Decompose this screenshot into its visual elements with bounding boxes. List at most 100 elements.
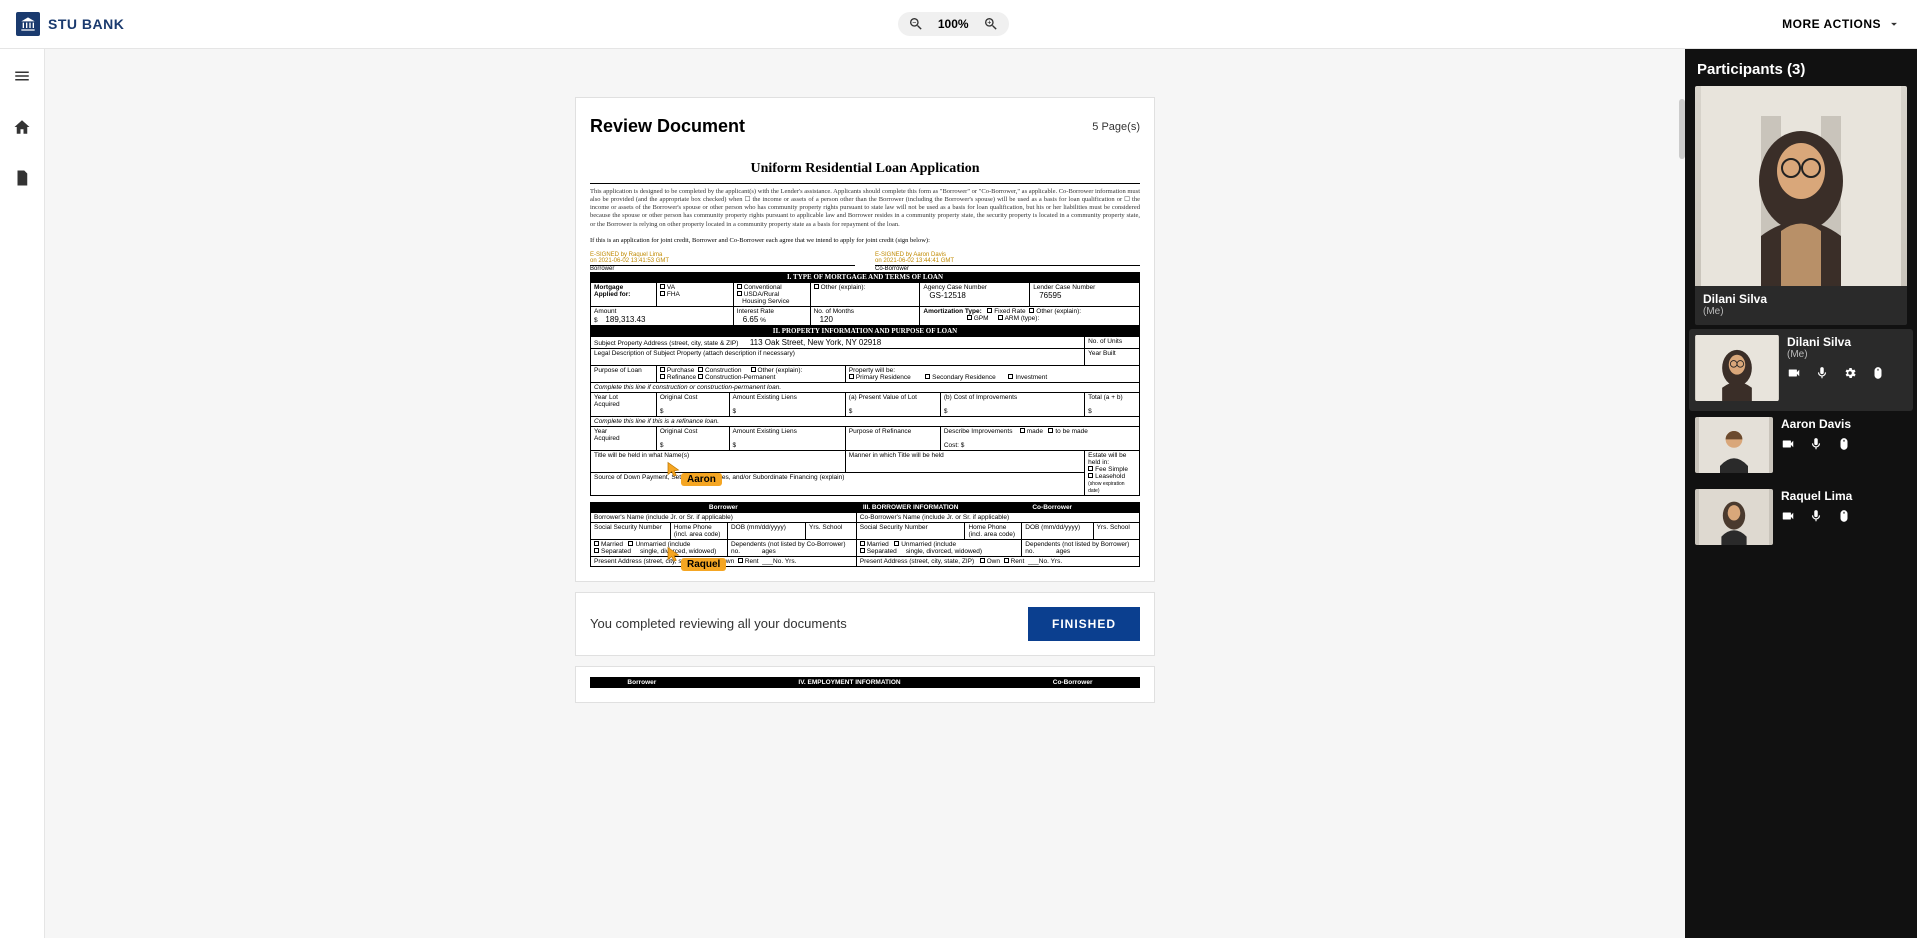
- document-card: Review Document 5 Page(s) Uniform Reside…: [575, 97, 1155, 582]
- totalab: Total (a + b): [1088, 394, 1123, 401]
- participant-thumb: [1695, 489, 1773, 545]
- paddr2: Present Address (street, city, state, ZI…: [860, 558, 974, 565]
- unmarried2b: single, divorced, widowed): [906, 548, 982, 555]
- main-video-tile: Dilani Silva (Me): [1695, 86, 1907, 325]
- opt-tobemade: to be made: [1055, 428, 1088, 435]
- ages1: ages: [762, 548, 776, 555]
- camera-icon[interactable]: [1787, 366, 1801, 380]
- agency-lbl: Agency Case Number: [923, 284, 987, 291]
- mouse-icon[interactable]: [1837, 509, 1851, 523]
- purposerefi: Purpose of Refinance: [849, 428, 912, 435]
- rent2: Rent: [1011, 558, 1025, 565]
- mic-icon[interactable]: [1809, 509, 1823, 523]
- opt-other2: Other (explain):: [1036, 308, 1081, 315]
- top-bar: STU BANK 100% MORE ACTIONS: [0, 0, 1917, 49]
- leasehold-note: (show expiration date): [1088, 481, 1124, 494]
- leasehold: Leasehold: [1095, 473, 1125, 480]
- deps1: Dependents (not listed by Co-Borrower): [731, 541, 846, 548]
- brand-logo: [16, 12, 40, 36]
- rent1: Rent: [745, 558, 759, 565]
- borrower-label: Borrower: [590, 266, 855, 272]
- construct-note: Complete this line if construction or co…: [594, 384, 781, 391]
- mic-icon[interactable]: [1815, 366, 1829, 380]
- deps2: Dependents (not listed by Borrower): [1025, 541, 1129, 548]
- finished-button[interactable]: FINISHED: [1028, 607, 1140, 641]
- no1: no.: [731, 548, 740, 555]
- main-video-meta: Dilani Silva (Me): [1695, 286, 1907, 325]
- cursor-tag-aaron: Aaron: [681, 473, 722, 486]
- opt-construction: Construction: [705, 367, 742, 374]
- participants-list: Dilani Silva (Me) Aaron Davis: [1685, 329, 1917, 555]
- liens2: Amount Existing Liens: [733, 428, 797, 435]
- document-button[interactable]: [13, 169, 31, 192]
- bank-icon: [20, 16, 36, 32]
- lender-lbl: Lender Case Number: [1033, 284, 1095, 291]
- acquired2: Acquired: [594, 435, 620, 442]
- mouse-icon[interactable]: [1837, 437, 1851, 451]
- zoom-out-icon: [908, 16, 924, 32]
- refi-note: Complete this line if this is a refinanc…: [594, 418, 719, 425]
- gear-icon[interactable]: [1843, 366, 1857, 380]
- hphone1: Home Phone: [674, 524, 712, 531]
- purpose-lbl: Purpose of Loan: [594, 367, 642, 374]
- own2: Own: [987, 558, 1000, 565]
- existingliens: Amount Existing Liens: [733, 394, 797, 401]
- camera-icon[interactable]: [1781, 437, 1795, 451]
- person-placeholder-icon: [1695, 86, 1907, 286]
- opt-arm: ARM (type):: [1005, 315, 1040, 322]
- opt-refinance: Refinance: [667, 374, 696, 381]
- home-button[interactable]: [13, 118, 31, 141]
- document-page: Uniform Residential Loan Application Thi…: [576, 155, 1154, 581]
- brand: STU BANK: [16, 12, 124, 36]
- married1: Married: [601, 541, 623, 548]
- participant-row[interactable]: Dilani Silva (Me): [1689, 329, 1913, 411]
- feesimple: Fee Simple: [1095, 466, 1128, 473]
- zoom-out-button[interactable]: [908, 16, 924, 32]
- opt-conv: Conventional: [744, 284, 782, 291]
- acquired: Acquired: [594, 401, 620, 408]
- section-1-bar: I. TYPE OF MORTGAGE AND TERMS OF LOAN: [590, 272, 1140, 282]
- describeimprov: Describe Improvements: [944, 428, 1013, 435]
- participants-panel: Participants (3) Dilani Silva (Me): [1685, 49, 1917, 938]
- borrower-signature: E-SIGNED by Raquel Lima on 2021-06-02 13…: [590, 252, 855, 272]
- ssn2: Social Security Number: [860, 524, 928, 531]
- intent-line: If this is an application for joint cred…: [590, 237, 1140, 244]
- participant-name: Dilani Silva: [1787, 335, 1907, 349]
- card-title: Review Document: [590, 116, 745, 137]
- amount-lbl: Amount: [594, 308, 616, 315]
- form-title: Uniform Residential Loan Application: [590, 161, 1140, 177]
- opt-usda2: Housing Service: [742, 298, 789, 305]
- b-hdr-2: Borrower: [627, 679, 656, 686]
- participant-name: Raquel Lima: [1781, 489, 1907, 503]
- ssn1: Social Security Number: [594, 524, 662, 531]
- main-participant-me: (Me): [1703, 306, 1899, 317]
- opt-secondary: Secondary Residence: [932, 374, 996, 381]
- participant-thumb: [1695, 417, 1773, 473]
- coborrower-hdr: Co-Borrower: [1032, 504, 1072, 511]
- noyrs2: No. Yrs.: [1039, 558, 1062, 565]
- brand-text: STU BANK: [48, 16, 124, 32]
- units-lbl: No. of Units: [1088, 338, 1122, 345]
- camera-icon[interactable]: [1781, 509, 1795, 523]
- yearbuilt-lbl: Year Built: [1088, 350, 1116, 357]
- agency-val: GS-12518: [923, 291, 965, 300]
- chevron-down-icon: [1887, 17, 1901, 31]
- hamburger-icon: [13, 67, 31, 85]
- hphone2: Home Phone: [968, 524, 1006, 531]
- mic-icon[interactable]: [1809, 437, 1823, 451]
- participant-row[interactable]: Aaron Davis: [1685, 411, 1917, 483]
- sec3: III. BORROWER INFORMATION: [863, 504, 959, 511]
- yearlot: Year Lot: [594, 394, 618, 401]
- applied-for-lbl: Applied for:: [594, 291, 630, 298]
- more-actions-button[interactable]: MORE ACTIONS: [1782, 17, 1901, 31]
- cursor-tag-raquel: Raquel: [681, 558, 726, 571]
- zoom-in-button[interactable]: [983, 16, 999, 32]
- origcost: Original Cost: [660, 394, 698, 401]
- participant-row[interactable]: Raquel Lima: [1685, 483, 1917, 555]
- scrollbar[interactable]: [1679, 99, 1685, 159]
- page-count: 5 Page(s): [1092, 121, 1140, 133]
- mouse-icon[interactable]: [1871, 366, 1885, 380]
- document-viewport[interactable]: Review Document 5 Page(s) Uniform Reside…: [45, 49, 1685, 938]
- menu-button[interactable]: [13, 67, 31, 90]
- participant-thumb: [1695, 335, 1779, 401]
